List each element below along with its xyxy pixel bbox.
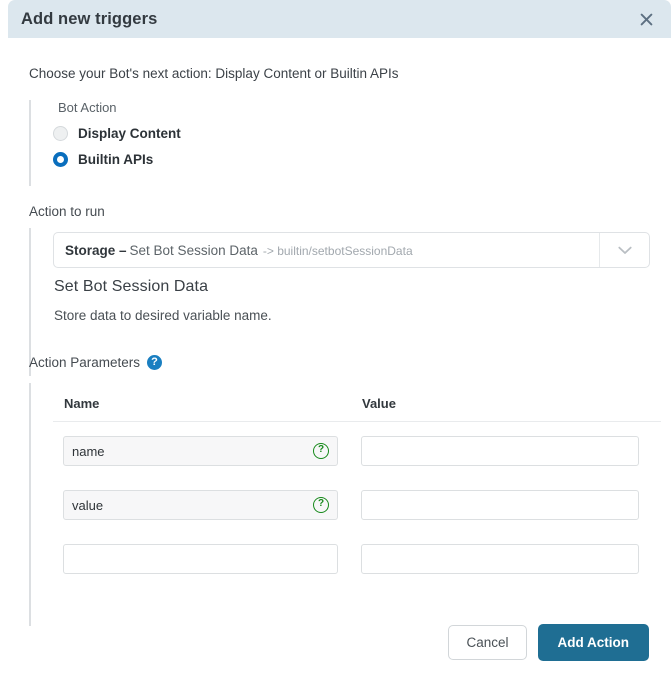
radio-display-content-label: Display Content xyxy=(78,126,181,141)
action-select-path: -> builtin/setbotSessionData xyxy=(262,243,413,258)
parameter-name-input[interactable]: name ? xyxy=(63,436,338,466)
parameter-name-value: value xyxy=(72,497,104,513)
radio-builtin-apis[interactable]: Builtin APIs xyxy=(53,152,153,167)
action-to-run-group: Storage – Set Bot Session Data -> builtin/… xyxy=(29,228,661,376)
action-select[interactable]: Storage – Set Bot Session Data -> builtin/… xyxy=(53,232,650,268)
close-icon[interactable] xyxy=(637,10,655,28)
help-circle-green-icon[interactable]: ? xyxy=(313,443,329,459)
parameter-row xyxy=(53,544,661,574)
dialog-body: Choose your Bot's next action: Display C… xyxy=(0,38,671,626)
add-new-triggers-dialog: Add new triggers Choose your Bot's next … xyxy=(0,0,671,678)
radio-circle-icon xyxy=(53,126,68,141)
cancel-button[interactable]: Cancel xyxy=(448,624,527,660)
add-action-button[interactable]: Add Action xyxy=(537,623,649,661)
action-select-arrow-zone[interactable] xyxy=(599,233,649,267)
parameter-value-input[interactable] xyxy=(361,544,639,574)
action-parameters-label: Action Parameters xyxy=(29,355,141,370)
column-header-name: Name xyxy=(64,396,100,411)
bot-action-label: Bot Action xyxy=(58,100,117,115)
action-parameters-header: Action Parameters ? xyxy=(29,355,163,370)
action-title: Set Bot Session Data xyxy=(54,278,209,295)
action-description: Store data to desired variable name. xyxy=(54,308,272,323)
intro-text: Choose your Bot's next action: Display C… xyxy=(29,66,399,81)
radio-circle-selected-icon xyxy=(53,152,68,167)
column-header-value: Value xyxy=(362,396,396,411)
column-header-divider xyxy=(53,421,661,422)
action-parameters-group: Name Value name ? value ? xyxy=(29,383,661,626)
parameter-row: name ? xyxy=(53,436,661,466)
help-circle-icon[interactable]: ? xyxy=(147,355,163,370)
parameter-value-input[interactable] xyxy=(361,436,639,466)
parameter-name-value: name xyxy=(72,443,105,459)
action-select-prefix: Storage – xyxy=(65,242,127,258)
dialog-footer: Cancel Add Action xyxy=(0,606,671,678)
bot-action-group: Bot Action Display Content Builtin APIs xyxy=(29,100,381,186)
chevron-down-icon xyxy=(617,246,632,254)
parameter-name-input[interactable]: value ? xyxy=(63,490,338,520)
parameter-value-input[interactable] xyxy=(361,490,639,520)
dialog-title: Add new triggers xyxy=(21,9,158,28)
radio-display-content[interactable]: Display Content xyxy=(53,126,181,141)
radio-builtin-apis-label: Builtin APIs xyxy=(78,152,154,167)
parameter-row: value ? xyxy=(53,490,661,520)
action-select-main: Set Bot Session Data xyxy=(129,242,258,258)
help-circle-green-icon[interactable]: ? xyxy=(313,497,329,513)
action-to-run-label: Action to run xyxy=(29,204,105,219)
action-select-text: Storage – Set Bot Session Data -> builtin/… xyxy=(54,243,413,258)
dialog-header: Add new triggers xyxy=(8,0,671,38)
parameter-name-input[interactable] xyxy=(63,544,338,574)
